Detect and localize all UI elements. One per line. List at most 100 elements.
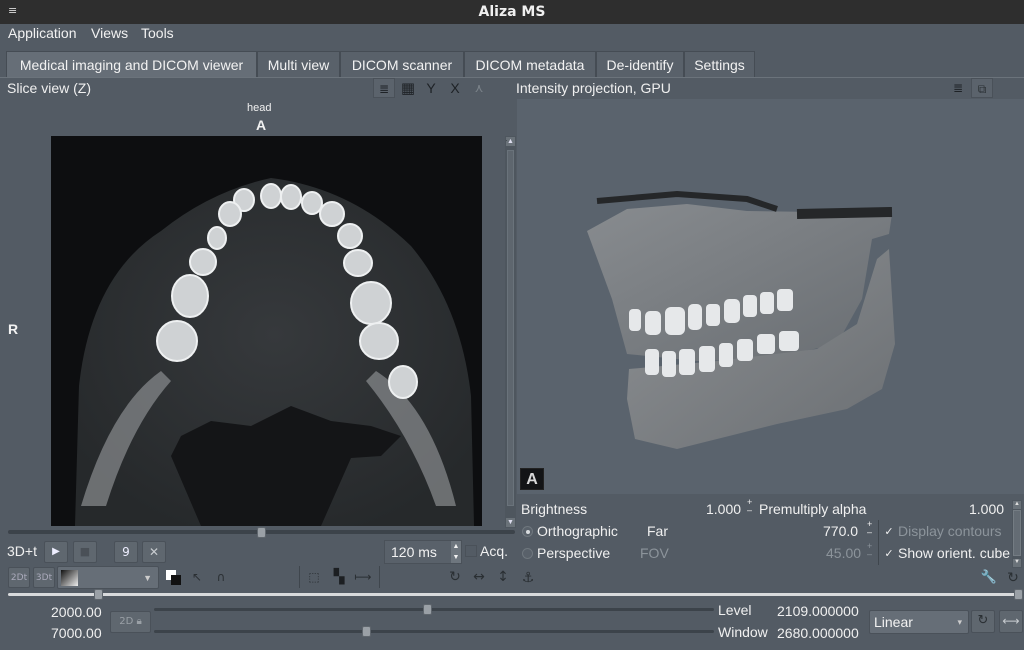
window-value: 2680.000000 [777, 625, 859, 641]
acq-label: Acq. [480, 543, 509, 559]
tab-settings[interactable]: Settings [684, 51, 755, 77]
curve-view-icon[interactable]: ⋏ [468, 78, 490, 98]
fov-stepper-icon[interactable]: + – [867, 542, 872, 559]
menu-bar: Application Views Tools [0, 24, 1024, 46]
controls-scroll-down-icon[interactable]: ▼ [1013, 559, 1021, 567]
show-cube-checkbox[interactable]: ✓ [883, 548, 895, 560]
splitter-end-handle[interactable] [1014, 589, 1023, 600]
splitter-handle[interactable] [94, 589, 104, 600]
reset-view-icon[interactable]: ↻ [1002, 568, 1024, 588]
slice-view-title: Slice view (Z) [7, 80, 92, 96]
tab-dicom-scanner[interactable]: DICOM scanner [340, 51, 464, 77]
lut-function-select[interactable]: Linear ▾ [869, 610, 969, 634]
fov-label: FOV [640, 545, 669, 561]
controls-scrollbar[interactable]: ▲ ▼ [1012, 500, 1022, 568]
menu-application[interactable]: Application [8, 25, 77, 41]
ct-slice-image[interactable] [51, 136, 482, 526]
display-contours-checkbox[interactable]: ✓ [883, 526, 895, 538]
splitter-slider[interactable] [8, 593, 1020, 596]
controls-scroll-up-icon[interactable]: ▲ [1013, 501, 1021, 509]
level-value: 2109.000000 [777, 603, 859, 619]
flip-horizontal-icon[interactable]: ↔ [468, 567, 490, 587]
grid-tool-icon[interactable]: ▚ [328, 567, 350, 587]
gradient-swatch-icon [61, 570, 78, 586]
pointer-tool-icon[interactable]: ↖ [186, 567, 208, 587]
volume-render-drawing [587, 190, 895, 449]
width-value: 7000.00 [51, 625, 102, 641]
interval-stepper-icon[interactable]: ▲ ▼ [451, 541, 461, 563]
scroll-up-icon[interactable]: ▲ [506, 137, 515, 146]
wrench-icon[interactable]: 🔧 [978, 568, 1000, 588]
center-value: 2000.00 [51, 604, 102, 620]
tab-de-identify[interactable]: De-identify [596, 51, 684, 77]
window-label: Window [718, 624, 768, 640]
stop-button[interactable]: ■ [73, 541, 97, 563]
level-slider[interactable] [154, 608, 714, 611]
lut-function-value: Linear [874, 614, 913, 630]
anchor-tool-icon[interactable]: ⚓ [517, 568, 539, 588]
orientation-left-label: R [8, 321, 19, 337]
ct-slice-drawing [75, 178, 474, 526]
controls-scroll-thumb[interactable] [1013, 510, 1021, 556]
slice-position-handle[interactable] [256, 527, 266, 538]
tab-multi-view[interactable]: Multi view [257, 51, 340, 77]
volume-render-view[interactable] [517, 99, 1024, 494]
premultiply-value[interactable]: 1.000 [969, 501, 1004, 517]
play-button[interactable]: ▶ [44, 541, 68, 563]
far-label: Far [647, 523, 668, 539]
scroll-down-icon[interactable]: ▼ [506, 518, 515, 527]
reset-icon[interactable]: ↻ [444, 567, 466, 587]
lock-2d-label: 2D [119, 616, 134, 627]
window-slider[interactable] [154, 630, 714, 633]
lut-gradient-combo[interactable]: ▼ [57, 566, 159, 589]
zoom-fit-icon[interactable]: ⬚ [303, 567, 325, 587]
orientation-top-label: A [256, 117, 267, 133]
far-value[interactable]: 770.0 [823, 523, 858, 539]
show-cube-label: Show orient. cube [898, 545, 1011, 561]
orthographic-radio[interactable] [522, 526, 533, 537]
fit-range-button[interactable]: ⟷ [999, 610, 1023, 633]
reset-window-button[interactable]: ↻ [971, 610, 995, 633]
view-y-button[interactable]: Y [420, 78, 442, 98]
tab-dicom-metadata[interactable]: DICOM metadata [464, 51, 596, 77]
mode-3dt-button[interactable]: 3Dt [33, 567, 55, 588]
measure-tool-icon[interactable]: ⟼ [352, 567, 374, 587]
level-label: Level [718, 602, 752, 618]
brightness-label: Brightness [521, 501, 588, 517]
display-contours-label: Display contours [898, 523, 1002, 539]
view-x-button[interactable]: X [444, 78, 466, 98]
perspective-radio[interactable] [522, 548, 533, 559]
orientation-cube-icon: A [520, 468, 544, 490]
mode-2dt-button[interactable]: 2Dt [8, 567, 30, 588]
level-slider-handle[interactable] [423, 604, 433, 615]
tab-bar: Medical imaging and DICOM viewer Multi v… [0, 46, 1024, 78]
acq-checkbox[interactable] [465, 545, 477, 557]
frame-button[interactable]: 9 [114, 541, 138, 563]
tab-viewer[interactable]: Medical imaging and DICOM viewer [6, 51, 257, 78]
far-stepper-icon[interactable]: + – [867, 520, 872, 537]
slice-menu-icon[interactable]: ≣ [373, 78, 395, 98]
menu-tools[interactable]: Tools [141, 25, 174, 41]
projection-cube-icon[interactable]: ⧉ [971, 78, 993, 98]
chevron-down-icon: ▾ [957, 617, 962, 627]
window-slider-handle[interactable] [361, 626, 371, 637]
layout-grid-icon[interactable]: ▦ [397, 78, 419, 98]
title-bar: ≡ Aliza MS [0, 0, 1024, 24]
slice-vertical-scrollbar[interactable]: ▲ ▼ [505, 136, 516, 528]
scroll-groove[interactable] [507, 150, 514, 506]
window-title: Aliza MS [478, 4, 546, 20]
interval-value: 120 ms [391, 544, 437, 560]
perspective-label: Perspective [537, 545, 611, 561]
fov-value[interactable]: 45.00 [826, 545, 861, 561]
interval-spinbox[interactable]: 120 ms ▲ ▼ [384, 540, 462, 564]
projection-menu-icon[interactable]: ≣ [947, 78, 969, 98]
brightness-value[interactable]: 1.000 [706, 501, 741, 517]
lasso-tool-icon[interactable]: ∩ [210, 567, 232, 587]
close-playback-button[interactable]: ✕ [142, 541, 166, 563]
orientation-head-label: head [247, 102, 272, 114]
menu-views[interactable]: Views [91, 25, 128, 41]
premultiply-label: Premultiply alpha [759, 501, 867, 517]
brightness-stepper-icon[interactable]: + – [747, 498, 752, 515]
flip-vertical-icon[interactable]: ↕ [492, 567, 514, 587]
lock-2d-button[interactable]: 2D 🔒︎ [110, 611, 151, 633]
